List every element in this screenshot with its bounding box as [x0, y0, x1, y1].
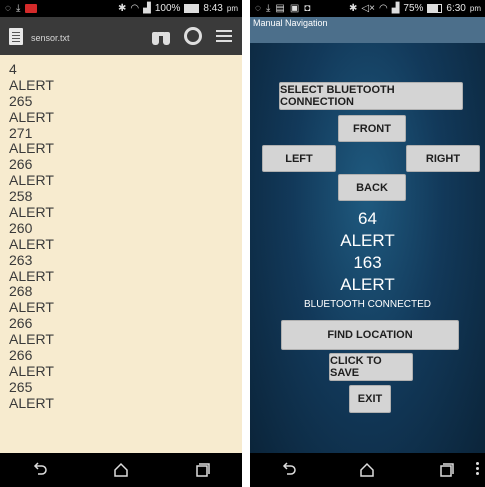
file-line: 263: [9, 251, 33, 268]
binoculars-icon[interactable]: [152, 27, 170, 45]
file-content[interactable]: 4 ALERT 265 ALERT 271 ALERT 266 ALERT 258 ALERT 26…: [9, 61, 242, 412]
clock-ampm: pm: [226, 4, 238, 13]
file-name: sensor.txt: [31, 33, 70, 43]
reading-alert: ALERT: [340, 275, 395, 294]
back-icon[interactable]: [30, 460, 50, 480]
find-location-button[interactable]: FIND LOCATION: [281, 320, 459, 350]
signal-icon: ▟: [143, 2, 151, 14]
clock: 8:43: [203, 3, 223, 14]
back-button[interactable]: BACK: [338, 174, 406, 201]
wifi-icon: ◠: [130, 2, 140, 14]
notepad-screen: ◌ ⤓ ✱ ◠ ▟ 100% 8:43 pm sensor.txt 4 ALERT 2…: [0, 0, 242, 487]
mute-icon: ◁×: [361, 2, 375, 14]
file-line: ALERT: [9, 394, 54, 411]
navigation-bar: [0, 453, 242, 487]
status-bar: ◌ ⤓ ▤ ▣ ◘ ✱ ◁× ◠ ▟ 75% 6:30 pm: [250, 0, 485, 17]
file-line: ALERT: [9, 204, 54, 221]
back-icon[interactable]: [279, 460, 299, 480]
file-line: ALERT: [9, 76, 54, 93]
app-title-bar: Manual Navigation: [250, 17, 485, 43]
menu-icon[interactable]: [216, 29, 232, 43]
file-line: ALERT: [9, 267, 54, 284]
file-line: ALERT: [9, 331, 54, 348]
file-line: 266: [9, 315, 33, 332]
file-line: 266: [9, 156, 33, 173]
file-line: 265: [9, 92, 33, 109]
battery-percent: 75%: [403, 3, 424, 14]
file-line: ALERT: [9, 362, 54, 379]
reading-alert: ALERT: [340, 231, 395, 250]
file-line: ALERT: [9, 108, 54, 125]
manual-navigation-screen: ◌ ⤓ ▤ ▣ ◘ ✱ ◁× ◠ ▟ 75% 6:30 pm Manual Nav…: [250, 0, 485, 487]
recent-apps-icon[interactable]: [436, 460, 456, 480]
file-line: 4: [9, 61, 17, 77]
file-line: 258: [9, 188, 33, 205]
whatsapp-icon: ◌: [5, 2, 11, 14]
gallery-icon: ▤: [275, 2, 285, 14]
status-bar: ◌ ⤓ ✱ ◠ ▟ 100% 8:43 pm: [0, 0, 242, 17]
whatsapp-icon: ◌: [255, 2, 261, 14]
battery-icon: [184, 4, 200, 13]
file-line: ALERT: [9, 140, 54, 157]
file-line: ALERT: [9, 172, 54, 189]
camera-icon: ◘: [304, 2, 311, 14]
reading-value: 64: [358, 209, 377, 228]
app-bar: sensor.txt: [0, 17, 242, 55]
chat-icon: ▣: [289, 2, 300, 14]
wifi-icon: ◠: [378, 2, 388, 14]
download-icon: ⤓: [265, 2, 271, 14]
connection-status: BLUETOOTH CONNECTED: [303, 299, 432, 310]
clock: 6:30: [446, 3, 466, 14]
select-bluetooth-button[interactable]: SELECT BLUETOOTH CONNECTION: [279, 82, 463, 110]
right-button[interactable]: RIGHT: [406, 145, 480, 172]
reading-value: 163: [353, 253, 382, 272]
signal-icon: ▟: [391, 2, 400, 14]
gear-icon[interactable]: [184, 27, 202, 45]
notification-red-icon: [25, 4, 38, 13]
navigation-bar: [250, 453, 485, 487]
battery-icon: [427, 4, 443, 13]
app-title: Manual Navigation: [253, 18, 328, 28]
clock-ampm: pm: [469, 4, 481, 13]
file-line: 260: [9, 219, 33, 236]
file-line: ALERT: [9, 235, 54, 252]
document-icon[interactable]: [9, 27, 23, 45]
bluetooth-icon: ✱: [118, 2, 127, 14]
file-line: ALERT: [9, 299, 54, 316]
file-line: 266: [9, 347, 33, 364]
click-to-save-button[interactable]: CLICK TO SAVE: [329, 353, 413, 381]
home-icon[interactable]: [111, 460, 131, 480]
bluetooth-icon: ✱: [349, 2, 358, 14]
exit-button[interactable]: EXIT: [349, 385, 391, 413]
front-button[interactable]: FRONT: [338, 115, 406, 142]
file-line: 265: [9, 378, 33, 395]
home-icon[interactable]: [357, 460, 377, 480]
left-button[interactable]: LEFT: [262, 145, 336, 172]
recent-apps-icon[interactable]: [192, 460, 212, 480]
download-icon: ⤓: [15, 2, 21, 14]
battery-percent: 100%: [154, 3, 181, 14]
file-line: 268: [9, 283, 33, 300]
file-line: 271: [9, 124, 33, 141]
more-icon[interactable]: [476, 462, 479, 477]
